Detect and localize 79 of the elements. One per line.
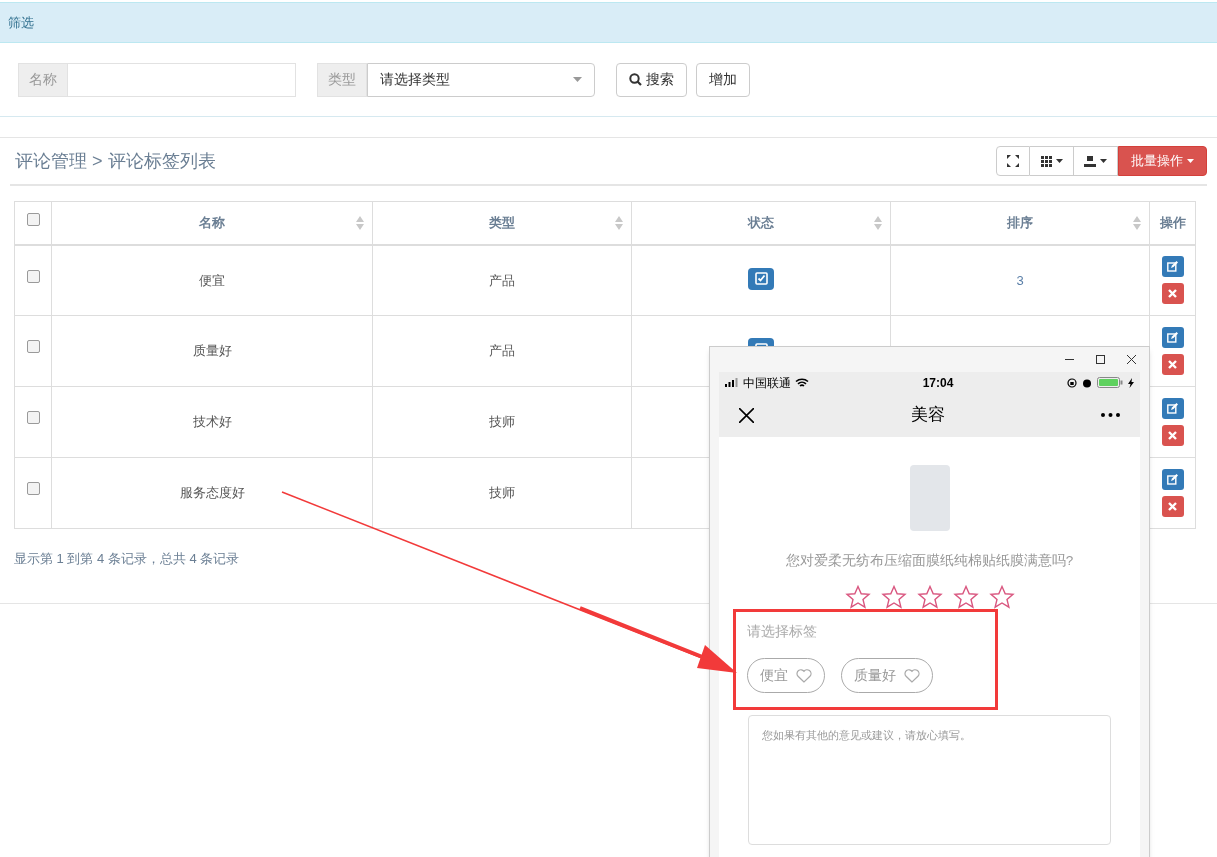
table-cell: 便宜 [199, 272, 225, 288]
name-input-field[interactable] [68, 62, 296, 97]
caret-icon [573, 77, 582, 82]
close-icon[interactable] [739, 407, 754, 423]
sort-icon [874, 215, 882, 230]
field-label: 类型 [317, 62, 367, 97]
row-checkbox[interactable] [26, 269, 40, 283]
column-header: 状态 [748, 215, 774, 230]
table-cell: 技术好 [192, 414, 232, 430]
edit-button[interactable] [1161, 469, 1184, 490]
row-checkbox[interactable] [26, 340, 40, 353]
table-cell: 服务态度好 [179, 485, 245, 501]
export-icon [1084, 155, 1096, 167]
question-text: 您对爱柔无纺布压缩面膜纸纯棉贴纸膜满意吗? [785, 552, 1074, 570]
tag-prompt: 请选择标签 [747, 622, 818, 642]
close-icon [1168, 502, 1177, 511]
edit-icon [1167, 332, 1178, 343]
caret-icon [1055, 159, 1063, 163]
column-header: 操作 [1159, 215, 1186, 230]
table-cell: 质量好 [192, 343, 232, 359]
page-title: 美容 [910, 404, 945, 427]
fullscreen-button[interactable] [996, 146, 1030, 176]
status-time: 17:04 [922, 374, 954, 392]
add-button[interactable]: 增加 [696, 62, 750, 97]
delete-button[interactable] [1161, 425, 1184, 446]
column-header: 排序 [1007, 215, 1033, 230]
signal-icon [725, 378, 739, 387]
battery-icon [1097, 377, 1123, 388]
type-select[interactable]: 请选择类型 [367, 62, 595, 97]
delete-button[interactable] [1161, 496, 1184, 517]
caret-icon [1187, 159, 1194, 163]
edit-button[interactable] [1161, 398, 1184, 419]
edit-icon [1167, 261, 1178, 273]
breadcrumb: 评论管理 > 评论标签列表 [15, 149, 216, 173]
maximize-button[interactable] [1096, 355, 1105, 364]
grid-icon [1040, 155, 1052, 167]
sort-icon [356, 215, 364, 230]
expand-icon [1007, 155, 1019, 167]
close-icon [1168, 431, 1177, 440]
product-photo-placeholder [909, 465, 950, 531]
delete-button[interactable] [1161, 354, 1184, 375]
wifi-icon [795, 377, 809, 388]
field-label: 名称 [18, 62, 68, 97]
sort-icon [1133, 215, 1141, 230]
edit-icon [1167, 474, 1178, 485]
sort-icon [615, 215, 623, 230]
edit-icon [1167, 403, 1178, 414]
alarm-icon [1082, 377, 1092, 388]
column-header: 类型 [489, 215, 515, 230]
comment-input-field[interactable]: 您如果有其他的意见或建议，请放心填写。 [748, 715, 1111, 846]
table-cell: 技师 [489, 414, 515, 430]
close-icon [1168, 289, 1177, 299]
search-button[interactable]: 搜索 [616, 62, 687, 97]
table-cell: 3 [1016, 272, 1024, 288]
columns-button[interactable] [1030, 146, 1074, 176]
more-icon[interactable] [1101, 413, 1120, 417]
batch-actions-button[interactable]: 批量操作 [1118, 146, 1207, 176]
row-checkbox[interactable] [26, 411, 40, 424]
column-header: 名称 [199, 215, 225, 230]
pagination-info: 显示第 1 到第 4 条记录，总共 4 条记录 [14, 551, 240, 566]
table-cell: 产品 [489, 343, 515, 359]
heart-icon [796, 668, 812, 683]
delete-button[interactable] [1161, 283, 1184, 305]
charging-icon [1128, 377, 1134, 388]
select-all-checkbox[interactable] [26, 213, 40, 226]
edit-button[interactable] [1161, 256, 1184, 278]
search-icon [629, 73, 642, 86]
panel-title: 筛选 [8, 13, 34, 32]
carrier-name: 中国联通 [743, 374, 791, 392]
caret-icon [1100, 159, 1107, 163]
lock-rotation-icon [1067, 377, 1077, 388]
close-button[interactable] [1127, 355, 1136, 364]
heart-icon [904, 668, 920, 683]
table-cell: 产品 [489, 272, 515, 288]
row-checkbox[interactable] [26, 482, 40, 495]
edit-button[interactable] [1161, 327, 1184, 348]
status-toggle[interactable] [748, 267, 774, 290]
close-icon [1168, 360, 1177, 369]
table-cell: 技师 [489, 485, 515, 501]
